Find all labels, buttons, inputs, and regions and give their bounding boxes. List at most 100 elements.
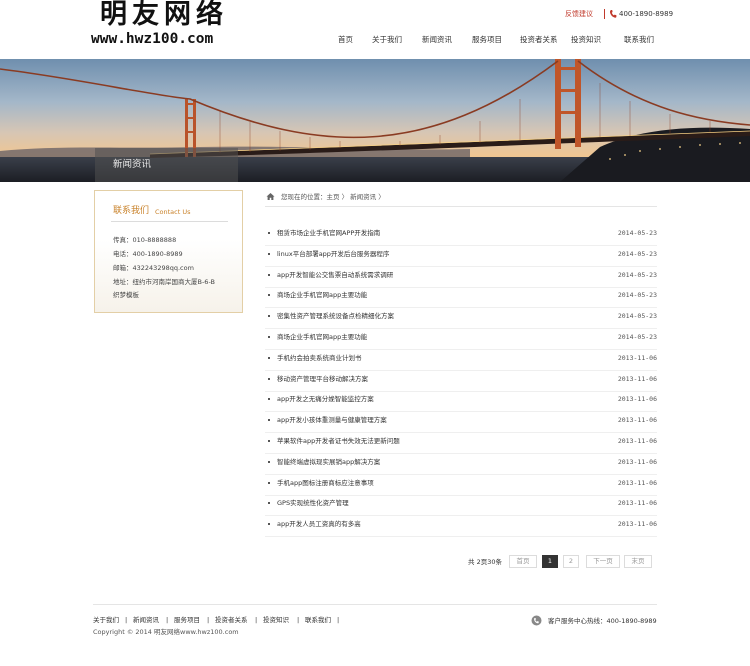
bullet-icon bbox=[268, 252, 270, 255]
news-row[interactable]: 移动资产管理平台移动解决方案 2013-11-06 bbox=[265, 371, 657, 392]
news-title[interactable]: app开发智能公交售票自动系统需求调研 bbox=[277, 270, 393, 280]
nav-contact[interactable]: 联系我们 bbox=[624, 34, 654, 46]
home-icon bbox=[266, 193, 275, 200]
news-title[interactable]: app开发小孩体重测量与健康管理方案 bbox=[277, 415, 387, 425]
news-title[interactable]: 手机约会拍卖系统商业计划书 bbox=[277, 353, 362, 363]
news-date: 2013-11-06 bbox=[617, 353, 657, 362]
news-list: 租赁市场企业手机官网APP开发指南 2014-05-23 linux平台部署app开… bbox=[265, 225, 657, 538]
news-row[interactable]: app开发智能公交售票自动系统需求调研 2014-05-23 bbox=[265, 267, 657, 288]
pagination-page-1[interactable]: 1 bbox=[542, 555, 558, 568]
bullet-icon bbox=[268, 273, 270, 276]
news-row[interactable]: linux平台部署app开发后台服务器程序 2014-05-23 bbox=[265, 246, 657, 267]
bullet-icon bbox=[268, 294, 270, 297]
contact-template-link[interactable]: 织梦模板 bbox=[113, 290, 139, 300]
news-title[interactable]: 智能终端虚拟现实展销app解决方案 bbox=[277, 457, 380, 467]
news-date: 2013-11-06 bbox=[617, 478, 657, 487]
bullet-icon bbox=[268, 315, 270, 318]
footer-link-services[interactable]: 服务项目 bbox=[174, 615, 200, 625]
bullet-icon bbox=[268, 481, 270, 484]
pagination-page-2[interactable]: 2 bbox=[563, 555, 579, 568]
logo-title[interactable]: 明友网络 bbox=[100, 0, 270, 30]
news-title[interactable]: 手机app图标注册商标应注意事项 bbox=[277, 478, 374, 488]
bullet-icon bbox=[268, 440, 270, 442]
logo-url[interactable]: www.hwz100.com bbox=[91, 31, 271, 47]
news-row[interactable]: 租赁市场企业手机官网APP开发指南 2014-05-23 bbox=[265, 225, 657, 246]
news-title[interactable]: app开发之无痛分娩智能监控方案 bbox=[277, 394, 374, 404]
news-date: 2013-11-06 bbox=[617, 374, 657, 383]
header-separator bbox=[604, 9, 605, 19]
bullet-icon bbox=[268, 502, 270, 505]
nav-about[interactable]: 关于我们 bbox=[372, 34, 402, 46]
news-date: 2013-11-06 bbox=[617, 520, 657, 529]
news-row[interactable]: 手机app图标注册商标应注意事项 2013-11-06 bbox=[265, 475, 657, 496]
nav-services[interactable]: 服务项目 bbox=[472, 34, 502, 46]
nav-home[interactable]: 首页 bbox=[338, 34, 353, 46]
news-title[interactable]: 商场企业手机官网app主要功能 bbox=[277, 290, 367, 300]
pagination-first[interactable]: 首页 bbox=[509, 555, 537, 568]
news-row[interactable]: GPS实现统性化资产管理 2013-11-06 bbox=[265, 495, 657, 517]
phone-icon bbox=[609, 10, 617, 18]
copyright: Copyright © 2014 明友网络www.hwz100.com bbox=[93, 628, 239, 636]
footer-separator: | bbox=[337, 616, 340, 624]
footer-link-about[interactable]: 关于我们 bbox=[93, 615, 119, 625]
feedback-link[interactable]: 反馈建议 bbox=[565, 9, 593, 19]
footer-separator: | bbox=[166, 616, 169, 624]
news-title[interactable]: linux平台部署app开发后台服务器程序 bbox=[277, 249, 389, 259]
news-row[interactable]: 智能终端虚拟现实展销app解决方案 2013-11-06 bbox=[265, 454, 657, 475]
customer-service-icon bbox=[531, 615, 542, 626]
nav-news[interactable]: 新闻资讯 bbox=[422, 34, 452, 46]
main-nav: 首页 关于我们 新闻资讯 服务项目 投资者关系 投资知识 联系我们 bbox=[300, 34, 672, 46]
news-date: 2013-11-06 bbox=[617, 499, 657, 508]
footer-separator: | bbox=[125, 616, 128, 624]
footer-separator: | bbox=[297, 616, 300, 624]
news-date: 2014-05-23 bbox=[617, 291, 657, 300]
news-title[interactable]: 苹果软件app开发者证书失效无法更新问题 bbox=[277, 436, 400, 446]
news-date: 2013-11-06 bbox=[617, 416, 657, 425]
bullet-icon bbox=[268, 232, 270, 234]
bullet-icon bbox=[268, 336, 270, 338]
news-row[interactable]: 商场企业手机官网app主要功能 2014-05-23 bbox=[265, 287, 657, 309]
news-title[interactable]: 商场企业手机官网app主要功能 bbox=[277, 332, 367, 342]
news-date: 2014-05-23 bbox=[617, 312, 657, 321]
news-row[interactable]: 密集性资产管理系统设备点检精细化方案 2014-05-23 bbox=[265, 308, 657, 330]
news-title[interactable]: GPS实现统性化资产管理 bbox=[277, 498, 349, 508]
pagination-total: 共 2页30条 bbox=[468, 558, 502, 566]
footer-link-investors[interactable]: 投资者关系 bbox=[215, 615, 248, 625]
news-title[interactable]: 移动资产管理平台移动解决方案 bbox=[277, 374, 368, 384]
news-date: 2013-11-06 bbox=[617, 395, 657, 404]
news-date: 2014-05-23 bbox=[617, 333, 657, 341]
news-row[interactable]: 苹果软件app开发者证书失效无法更新问题 2013-11-06 bbox=[265, 433, 657, 454]
footer-separator: | bbox=[207, 616, 210, 624]
footer-link-news[interactable]: 新闻资讯 bbox=[133, 615, 159, 625]
news-row[interactable]: app开发小孩体重测量与健康管理方案 2013-11-06 bbox=[265, 412, 657, 434]
news-row[interactable]: app开发之无痛分娩智能监控方案 2013-11-06 bbox=[265, 391, 657, 413]
news-row[interactable]: app开发人员工资真的有多高 2013-11-06 bbox=[265, 516, 657, 538]
nav-investment-knowledge[interactable]: 投资知识 bbox=[571, 34, 601, 46]
breadcrumb-divider bbox=[265, 206, 657, 207]
news-date: 2014-05-23 bbox=[617, 229, 657, 237]
news-row[interactable]: 手机约会拍卖系统商业计划书 2013-11-06 bbox=[265, 350, 657, 371]
pagination-next[interactable]: 下一页 bbox=[586, 555, 620, 568]
contact-email: 邮箱：432243298qq.com bbox=[113, 264, 194, 272]
bullet-icon bbox=[268, 398, 270, 401]
news-date: 2014-05-23 bbox=[617, 249, 657, 258]
footer-link-contact[interactable]: 联系我们 bbox=[305, 615, 331, 625]
news-title[interactable]: app开发人员工资真的有多高 bbox=[277, 519, 361, 529]
news-date: 2014-05-23 bbox=[617, 270, 657, 279]
nav-investors[interactable]: 投资者关系 bbox=[520, 34, 558, 46]
bullet-icon bbox=[268, 377, 270, 380]
news-title[interactable]: 租赁市场企业手机官网APP开发指南 bbox=[277, 228, 380, 238]
bullet-icon bbox=[268, 523, 270, 526]
contact-fax: 传真：010-8888888 bbox=[113, 236, 177, 244]
sidebar-title: 联系我们 bbox=[113, 206, 150, 216]
footer-separator: | bbox=[255, 616, 258, 624]
footer-link-knowledge[interactable]: 投资知识 bbox=[263, 615, 289, 625]
sidebar-title-en: Contact Us bbox=[155, 208, 191, 216]
news-row[interactable]: 商场企业手机官网app主要功能 2014-05-23 bbox=[265, 329, 657, 350]
breadcrumb[interactable]: 您现在的位置：主页 〉 新闻资讯 〉 bbox=[281, 192, 385, 202]
bullet-icon bbox=[268, 419, 270, 422]
pagination-last[interactable]: 末页 bbox=[624, 555, 652, 568]
news-date: 2013-11-06 bbox=[617, 437, 657, 445]
news-title[interactable]: 密集性资产管理系统设备点检精细化方案 bbox=[277, 311, 394, 321]
footer-divider bbox=[93, 604, 657, 605]
